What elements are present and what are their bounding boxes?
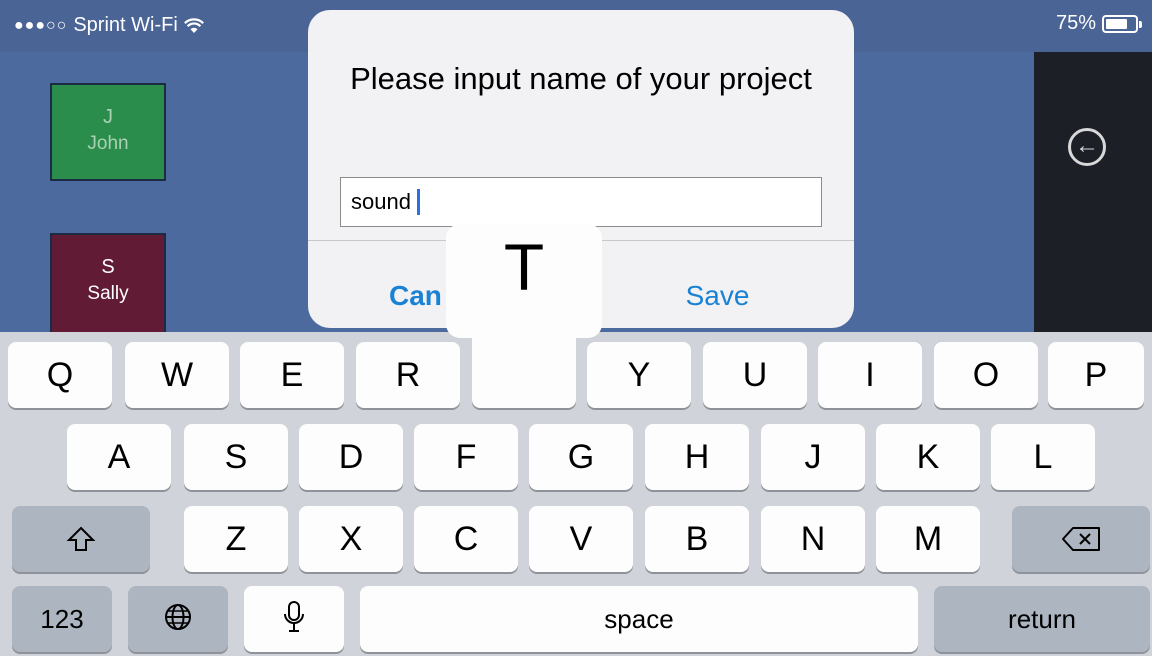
key-c[interactable]: C	[414, 506, 518, 572]
person-initial: J	[103, 106, 113, 128]
key-preview-popup: T	[446, 224, 602, 338]
key-q[interactable]: Q	[8, 342, 112, 408]
microphone-icon	[284, 601, 304, 632]
key-m[interactable]: M	[876, 506, 980, 572]
key-x[interactable]: X	[299, 506, 403, 572]
key-o[interactable]: O	[934, 342, 1038, 408]
back-arrow-circle-icon[interactable]: ←	[1068, 128, 1106, 166]
project-name-input[interactable]: sound	[340, 177, 822, 227]
shift-key[interactable]	[12, 506, 150, 572]
person-name: John	[87, 133, 129, 154]
person-initial: S	[101, 256, 115, 278]
microphone-key[interactable]	[244, 586, 344, 652]
key-f[interactable]: F	[414, 424, 518, 490]
dialog-title: Please input name of your project	[350, 61, 812, 96]
shift-icon	[66, 526, 96, 551]
person-tile-sally[interactable]: S Sally	[50, 233, 166, 335]
key-w[interactable]: W	[125, 342, 229, 408]
battery-percentage: 75%	[1055, 12, 1096, 34]
battery-fill	[1106, 18, 1127, 29]
key-v[interactable]: V	[529, 506, 633, 572]
globe-key[interactable]	[128, 586, 228, 652]
key-k[interactable]: K	[876, 424, 980, 490]
key-g[interactable]: G	[529, 424, 633, 490]
save-button[interactable]: Save	[581, 240, 854, 328]
key-d[interactable]: D	[299, 424, 403, 490]
key-s[interactable]: S	[184, 424, 288, 490]
status-right: 75%	[1055, 12, 1142, 35]
return-key[interactable]: return	[934, 586, 1150, 652]
key-b[interactable]: B	[645, 506, 749, 572]
key-h[interactable]: H	[645, 424, 749, 490]
text-cursor	[416, 189, 420, 215]
delete-backspace-icon	[1062, 527, 1100, 551]
key-j[interactable]: J	[761, 424, 865, 490]
key-a[interactable]: A	[67, 424, 171, 490]
globe-icon	[165, 604, 191, 630]
key-r[interactable]: R	[356, 342, 460, 408]
keyboard: Q W E R Y U I O P A S D F G H J K L Z X …	[0, 332, 1152, 656]
key-z[interactable]: Z	[184, 506, 288, 572]
right-panel: ←	[1034, 52, 1152, 332]
person-tile-john[interactable]: J John	[50, 83, 166, 181]
key-l[interactable]: L	[991, 424, 1095, 490]
numbers-key[interactable]: 123	[12, 586, 112, 652]
key-n[interactable]: N	[761, 506, 865, 572]
battery-icon	[1102, 14, 1142, 33]
input-value: sound	[351, 189, 411, 214]
key-u[interactable]: U	[703, 342, 807, 408]
space-key[interactable]: space	[360, 586, 918, 652]
key-e[interactable]: E	[240, 342, 344, 408]
person-name: Sally	[87, 283, 129, 304]
delete-key[interactable]	[1012, 506, 1150, 572]
key-y[interactable]: Y	[587, 342, 691, 408]
key-i[interactable]: I	[818, 342, 922, 408]
key-p[interactable]: P	[1048, 342, 1144, 408]
